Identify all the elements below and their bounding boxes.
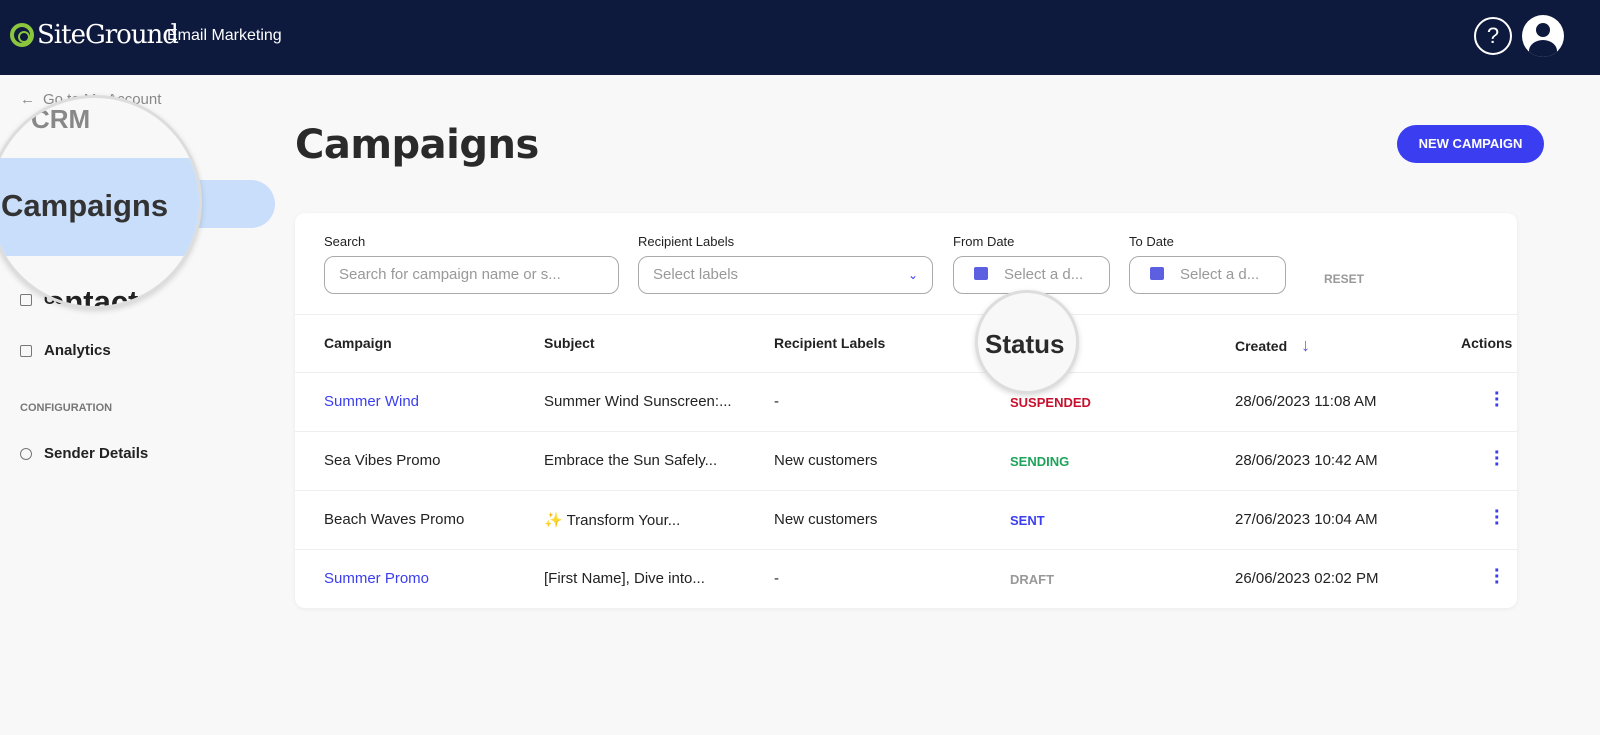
campaign-name[interactable]: Summer Promo	[324, 570, 429, 587]
created-date: 28/06/2023 10:42 AM	[1235, 452, 1378, 469]
campaign-name: Sea Vibes Promo	[324, 452, 441, 469]
campaign-name: Beach Waves Promo	[324, 511, 465, 528]
magnifier-status: Status	[975, 290, 1079, 394]
col-actions: Actions	[1461, 335, 1513, 351]
status-badge: SENDING	[1010, 454, 1070, 469]
sidebar-item-sender-details[interactable]: Sender Details	[20, 445, 148, 462]
search-input[interactable]: Search for campaign name or s...	[324, 256, 619, 294]
recipient-labels-label: Recipient Labels	[638, 234, 735, 249]
to-date-input[interactable]: Select a d...	[1129, 256, 1286, 294]
page-title: Campaigns	[295, 122, 539, 168]
created-date: 26/06/2023 02:02 PM	[1235, 570, 1379, 587]
status-badge: SENT	[1010, 513, 1045, 528]
chart-icon	[20, 344, 32, 357]
chevron-down-icon: ⌄	[907, 268, 918, 282]
status-badge: SUSPENDED	[1010, 395, 1091, 410]
campaign-name[interactable]: Summer Wind	[324, 393, 419, 410]
sidebar-item-analytics[interactable]: Analytics	[20, 342, 111, 359]
more-actions-icon[interactable]: · · ·	[1494, 384, 1501, 416]
created-date: 28/06/2023 11:08 AM	[1235, 393, 1377, 410]
more-actions-icon[interactable]: · · ·	[1494, 443, 1501, 475]
recipient-labels-select[interactable]: Select labels ⌄	[638, 256, 933, 294]
gear-icon	[20, 447, 32, 460]
help-icon[interactable]: ?	[1474, 17, 1512, 55]
campaign-recipient-labels: -	[774, 570, 779, 587]
magnified-campaigns-label: Campaigns	[1, 188, 169, 223]
sort-arrow-down-icon[interactable]: ↓	[1301, 335, 1310, 355]
magnified-contacts-label: Contacts	[23, 284, 156, 309]
col-status[interactable]: Status	[985, 329, 1064, 360]
top-bar: SiteGround Email Marketing ?	[0, 0, 1600, 75]
reset-button[interactable]: RESET	[1324, 272, 1364, 286]
status-badge: DRAFT	[1010, 572, 1055, 587]
col-recipient-labels[interactable]: Recipient Labels	[774, 335, 885, 351]
new-campaign-button[interactable]: NEW CAMPAIGN	[1397, 125, 1544, 163]
col-created[interactable]: Created ↓	[1235, 335, 1310, 356]
campaign-recipient-labels: New customers	[774, 511, 878, 528]
magnified-crm-label: CRM	[31, 104, 91, 134]
calendar-icon	[1150, 267, 1164, 280]
campaign-subject: [First Name], Dive into...	[544, 570, 705, 587]
campaign-recipient-labels: -	[774, 393, 779, 410]
logo-swirl-icon	[10, 23, 34, 47]
campaigns-card: Search Search for campaign name or s... …	[295, 213, 1517, 608]
created-date: 27/06/2023 10:04 AM	[1235, 511, 1378, 528]
campaign-subject: Summer Wind Sunscreen:...	[544, 393, 732, 410]
to-date-label: To Date	[1129, 234, 1174, 249]
campaign-subject: ✨ Transform Your...	[544, 512, 681, 529]
more-actions-icon[interactable]: · · ·	[1494, 561, 1501, 593]
more-actions-icon[interactable]: · · ·	[1494, 502, 1501, 534]
calendar-icon	[974, 267, 988, 280]
col-subject[interactable]: Subject	[544, 335, 595, 351]
product-name: Email Marketing	[167, 27, 282, 44]
siteground-logo[interactable]: SiteGround	[10, 20, 179, 50]
campaign-recipient-labels: New customers	[774, 452, 878, 469]
from-date-input[interactable]: Select a d...	[953, 256, 1110, 294]
campaign-subject: Embrace the Sun Safely...	[544, 452, 718, 469]
avatar[interactable]	[1522, 15, 1564, 57]
section-configuration: CONFIGURATION	[20, 402, 113, 414]
brand-name: SiteGround	[37, 20, 179, 50]
from-date-label: From Date	[953, 234, 1015, 249]
col-campaign[interactable]: Campaign	[324, 335, 392, 351]
search-label: Search	[324, 234, 366, 249]
